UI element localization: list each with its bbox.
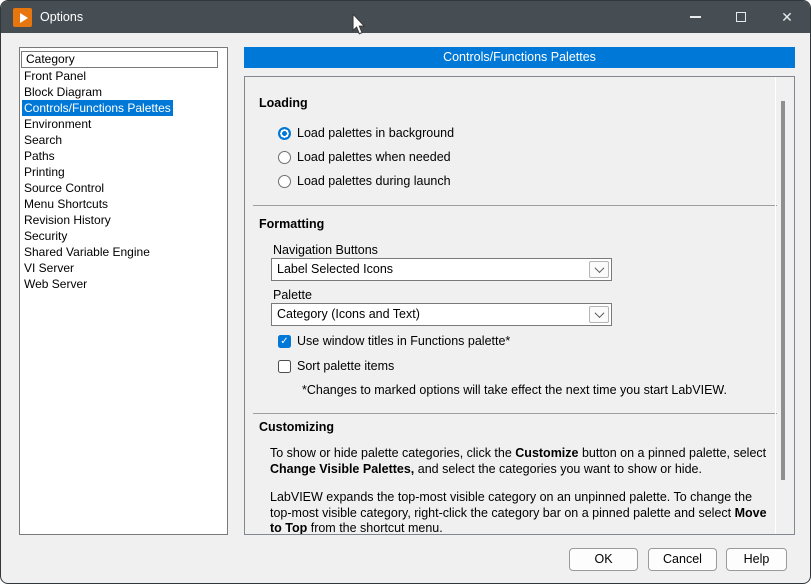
scrollbar-thumb[interactable] bbox=[781, 101, 785, 480]
category-list-header: Category bbox=[21, 51, 218, 68]
section-divider bbox=[253, 413, 777, 414]
section-customizing-title: Customizing bbox=[259, 420, 334, 434]
radio-icon[interactable] bbox=[278, 151, 291, 164]
minimize-button[interactable] bbox=[672, 1, 718, 33]
sidebar-item-controls-functions-palettes[interactable]: Controls/Functions Palettes bbox=[20, 100, 227, 116]
sidebar-item-search[interactable]: Search bbox=[20, 132, 227, 148]
customizing-paragraph-2: LabVIEW expands the top-most visible cat… bbox=[270, 490, 775, 535]
sidebar-item-vi-server[interactable]: VI Server bbox=[20, 260, 227, 276]
sidebar-item-front-panel[interactable]: Front Panel bbox=[20, 68, 227, 84]
sidebar-item-shared-variable-engine[interactable]: Shared Variable Engine bbox=[20, 244, 227, 260]
palette-label: Palette bbox=[273, 288, 312, 302]
panel-title: Controls/Functions Palettes bbox=[244, 47, 795, 68]
minimize-icon bbox=[690, 16, 701, 17]
palette-dropdown[interactable]: Category (Icons and Text) bbox=[271, 303, 612, 326]
settings-panel: Loading Load palettes in background Load… bbox=[244, 76, 795, 535]
radio-icon[interactable] bbox=[278, 175, 291, 188]
sidebar-item-web-server[interactable]: Web Server bbox=[20, 276, 227, 292]
sidebar-item-environment[interactable]: Environment bbox=[20, 116, 227, 132]
navigation-buttons-label: Navigation Buttons bbox=[273, 243, 378, 257]
window-title: Options bbox=[40, 1, 83, 33]
options-dialog: Options ✕ Category Front Panel Block Dia… bbox=[0, 0, 811, 584]
mouse-cursor bbox=[352, 14, 366, 36]
chevron-down-icon[interactable] bbox=[589, 306, 609, 323]
sidebar-item-menu-shortcuts[interactable]: Menu Shortcuts bbox=[20, 196, 227, 212]
checkbox-use-window-titles[interactable]: Use window titles in Functions palette* bbox=[278, 334, 510, 348]
sidebar-item-source-control[interactable]: Source Control bbox=[20, 180, 227, 196]
navigation-buttons-dropdown[interactable]: Label Selected Icons bbox=[271, 258, 612, 281]
close-button[interactable]: ✕ bbox=[764, 1, 810, 33]
radio-load-background[interactable]: Load palettes in background bbox=[278, 126, 454, 140]
maximize-button[interactable] bbox=[718, 1, 764, 33]
sidebar-item-security[interactable]: Security bbox=[20, 228, 227, 244]
sidebar-item-block-diagram[interactable]: Block Diagram bbox=[20, 84, 227, 100]
cancel-button[interactable]: Cancel bbox=[648, 548, 717, 571]
section-formatting-title: Formatting bbox=[259, 217, 324, 231]
category-items: Front Panel Block Diagram Controls/Funct… bbox=[20, 68, 227, 292]
radio-icon[interactable] bbox=[278, 127, 291, 140]
sidebar-item-paths[interactable]: Paths bbox=[20, 148, 227, 164]
section-divider bbox=[253, 205, 777, 206]
maximize-icon bbox=[736, 12, 746, 22]
help-button[interactable]: Help bbox=[726, 548, 787, 571]
close-icon: ✕ bbox=[781, 9, 793, 26]
titlebar[interactable]: Options ✕ bbox=[1, 1, 810, 33]
checkbox-sort-palette-items[interactable]: Sort palette items bbox=[278, 359, 394, 373]
radio-load-during-launch[interactable]: Load palettes during launch bbox=[278, 174, 451, 188]
restart-note: *Changes to marked options will take eff… bbox=[302, 383, 727, 397]
ok-button[interactable]: OK bbox=[569, 548, 638, 571]
sidebar-item-revision-history[interactable]: Revision History bbox=[20, 212, 227, 228]
sidebar-item-printing[interactable]: Printing bbox=[20, 164, 227, 180]
checkbox-icon[interactable] bbox=[278, 360, 291, 373]
labview-play-icon bbox=[13, 8, 32, 27]
checkbox-icon[interactable] bbox=[278, 335, 291, 348]
scrollbar-track bbox=[775, 77, 776, 534]
section-loading-title: Loading bbox=[259, 96, 308, 110]
radio-load-when-needed[interactable]: Load palettes when needed bbox=[278, 150, 451, 164]
chevron-down-icon[interactable] bbox=[589, 261, 609, 278]
category-list: Category Front Panel Block Diagram Contr… bbox=[19, 47, 228, 535]
customizing-paragraph-1: To show or hide palette categories, clic… bbox=[270, 446, 775, 477]
